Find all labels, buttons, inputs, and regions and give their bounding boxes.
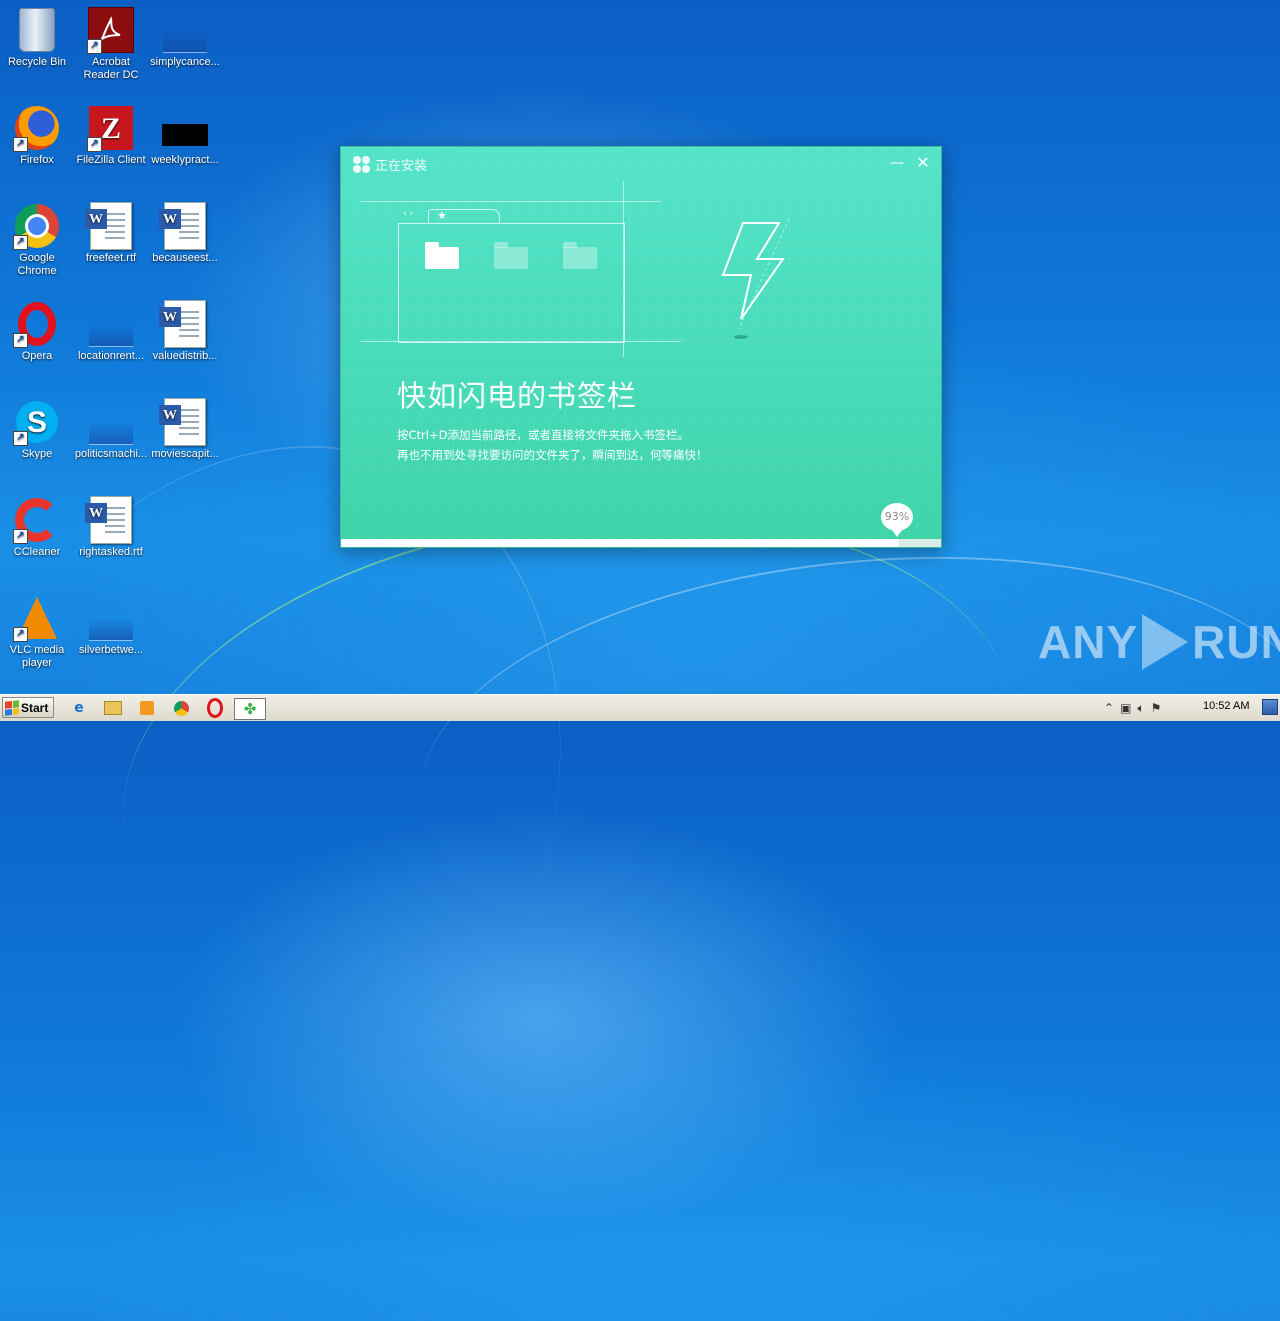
code-brackets-icon: ‹ › [403, 209, 414, 219]
watermark-text-left: ANY [1038, 616, 1139, 668]
blank-file-icon [161, 6, 209, 54]
anyrun-watermark: ANY RUN [1038, 614, 1280, 670]
skype-icon: S ↗ [13, 398, 61, 446]
start-label: Start [21, 700, 49, 715]
desktop-icon-firefox[interactable]: ↗ Firefox [0, 104, 74, 167]
shortcut-arrow-icon: ↗ [13, 431, 28, 446]
desktop-icon-recycle-bin[interactable]: Recycle Bin [0, 6, 74, 69]
desktop-icon-weeklypract[interactable]: weeklypract... [148, 104, 222, 167]
close-button[interactable]: ✕ [913, 153, 933, 173]
clock[interactable]: 10:52 AM [1203, 700, 1249, 712]
desktop-icon-simplycance[interactable]: simplycance... [148, 6, 222, 69]
desktop-icon-google-chrome[interactable]: ↗ Google Chrome [0, 202, 74, 278]
desktop-icon-politicsmachi[interactable]: politicsmachi... [74, 398, 148, 461]
desktop-icon-becauseest[interactable]: W becauseest... [148, 202, 222, 265]
folder-window-outline [398, 223, 625, 343]
chrome-taskbar-icon[interactable] [170, 698, 192, 718]
system-tray: ⌃ ▣ 🔈︎ ⚑ [1104, 698, 1161, 718]
word-document-icon: W [159, 398, 209, 446]
play-logo-icon [1142, 614, 1189, 670]
opera-icon: ↗ [13, 300, 61, 348]
folder-explorer-icon[interactable] [102, 698, 124, 718]
opera-taskbar-icon[interactable] [204, 698, 226, 718]
star-icon: ★ [437, 209, 447, 222]
shortcut-arrow-icon: ↗ [13, 333, 28, 348]
headline: 快如闪电的书签栏 [397, 379, 638, 413]
progress-bar [341, 539, 941, 547]
illustration-line [361, 201, 661, 202]
desktop-icon-vlc[interactable]: ↗ VLC media player [0, 594, 74, 670]
shortcut-arrow-icon: ↗ [87, 137, 102, 152]
folder-icon [494, 242, 528, 269]
word-document-icon: W [159, 202, 209, 250]
desktop-icon-opera[interactable]: ↗ Opera [0, 300, 74, 363]
progress-bar-fill [341, 539, 899, 547]
blank-file-icon [87, 594, 135, 642]
network-icon[interactable]: ▣ [1120, 701, 1131, 715]
action-center-flag-icon[interactable]: ⚑ [1151, 701, 1162, 715]
desktop-icon-valuedistrib[interactable]: W valuedistrib... [148, 300, 222, 363]
blank-file-icon [87, 398, 135, 446]
installer-window: 正在安装 — ✕ ‹ › ★ 快如闪电的书签栏 按Ctrl+D添加当前路径，或者… [340, 146, 942, 548]
taskbar: Start e ✤ ⌃ ▣ 🔈︎ ⚑ 10:52 AM [0, 694, 1280, 721]
desktop-icon-locationrent[interactable]: locationrent... [74, 300, 148, 363]
window-title: 正在安装 [375, 159, 428, 174]
shortcut-arrow-icon: ↗ [87, 39, 102, 54]
window-title-bar: 正在安装 [353, 155, 427, 174]
acrobat-icon: ↗ [87, 6, 135, 54]
clover-icon: ✤ [243, 700, 257, 718]
description-line-2: 再也不用到处寻找要访问的文件夹了，瞬间到达，何等痛快！ [397, 448, 708, 462]
installer-taskbar-button[interactable]: ✤ [234, 698, 266, 720]
black-file-icon [161, 104, 209, 152]
desktop-icon-acrobat-reader[interactable]: ↗ Acrobat Reader DC [74, 6, 148, 82]
shortcut-arrow-icon: ↗ [13, 627, 28, 642]
recycle-bin-icon [13, 6, 61, 54]
lightning-bolt-icon [721, 219, 790, 339]
word-document-icon: W [159, 300, 209, 348]
minimize-button[interactable]: — [887, 153, 907, 173]
desktop-icon-moviescapit[interactable]: W moviescapit... [148, 398, 222, 461]
firefox-icon: ↗ [13, 104, 61, 152]
desktop-icon-filezilla[interactable]: Z ↗ FileZilla Client [74, 104, 148, 167]
folder-icon [563, 242, 597, 269]
shortcut-arrow-icon: ↗ [13, 235, 28, 250]
chrome-icon: ↗ [13, 202, 61, 250]
progress-percentage-badge: 93% [881, 503, 913, 537]
start-button[interactable]: Start [2, 697, 54, 718]
windows-logo-icon [5, 699, 19, 716]
desktop-icon-freefeet-rtf[interactable]: W freefeet.rtf [74, 202, 148, 265]
volume-icon[interactable]: 🔈︎ [1137, 701, 1144, 716]
vlc-cone-icon: ↗ [13, 594, 61, 642]
desktop-icon-ccleaner[interactable]: ↗ CCleaner [0, 496, 74, 559]
watermark-text-right: RUN [1192, 616, 1280, 668]
folder-icon [425, 242, 459, 269]
clover-icon [353, 155, 371, 174]
tray-expand-icon[interactable]: ⌃ [1104, 701, 1114, 715]
internet-explorer-icon[interactable]: e [68, 698, 90, 718]
description-line-1: 按Ctrl+D添加当前路径，或者直接将文件夹拖入书签栏。 [397, 428, 689, 442]
show-desktop-button[interactable] [1262, 699, 1278, 715]
ccleaner-icon: ↗ [13, 496, 61, 544]
media-player-icon[interactable] [136, 698, 158, 718]
shortcut-arrow-icon: ↗ [13, 529, 28, 544]
desktop-icon-silverbetwe[interactable]: silverbetwe... [74, 594, 148, 657]
word-document-icon: W [85, 202, 135, 250]
shortcut-arrow-icon: ↗ [13, 137, 28, 152]
filezilla-icon: Z ↗ [87, 104, 135, 152]
word-document-icon: W [85, 496, 135, 544]
desktop-icon-skype[interactable]: S ↗ Skype [0, 398, 74, 461]
blank-file-icon [87, 300, 135, 348]
desktop-icon-rightasked-rtf[interactable]: W rightasked.rtf [74, 496, 148, 559]
